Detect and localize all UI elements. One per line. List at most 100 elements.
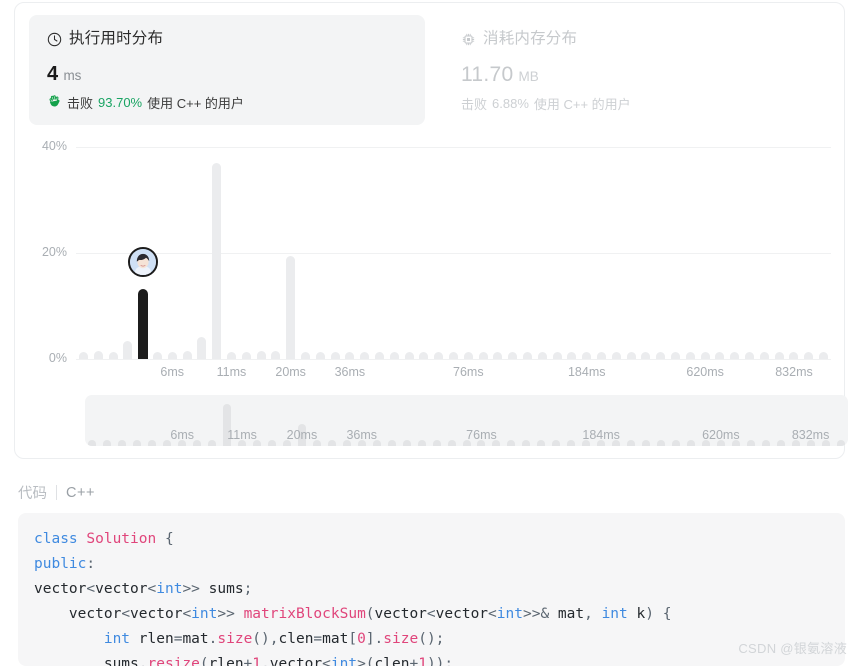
memory-beat-row: 击败 6.88% 使用 C++ 的用户 [461,94,815,113]
user-avatar-marker[interactable] [127,247,158,278]
histogram-bar[interactable] [582,352,592,359]
code-section-header: 代码 C++ [18,482,95,503]
x-axis-tick-label: 620ms [686,365,724,379]
minimap-bar [387,440,396,446]
histogram-bar[interactable] [745,352,755,359]
y-axis-tick-label: 20% [41,245,67,259]
histogram-bar[interactable] [360,352,370,359]
minimap-tick-label: 76ms [466,428,497,442]
memory-beat-percent: 6.88% [492,96,529,111]
chart-x-axis: 6ms 11ms 20ms 36ms 76ms 184ms 620ms 832ms [76,365,831,383]
histogram-bar[interactable] [508,352,518,359]
minimap-bar [836,440,845,446]
memory-beat-suffix: 使用 C++ 的用户 [533,97,631,112]
histogram-bar[interactable] [774,352,784,359]
code-content: class Solution { public: vector<vector<i… [34,531,672,666]
histogram-bar[interactable] [78,352,88,359]
histogram-bar[interactable] [93,350,103,359]
runtime-distribution-card[interactable]: 执行用时分布 4 ms 击败 93.70% 使用 C++ 的用户 [29,15,425,125]
code-block[interactable]: class Solution { public: vector<vector<i… [18,513,845,666]
histogram-bar[interactable] [759,352,769,359]
histogram-bar[interactable] [286,255,296,359]
minimap-tick-label: 184ms [582,428,620,442]
histogram-bar[interactable] [493,352,503,359]
histogram-bar[interactable] [700,352,710,359]
histogram-bar[interactable] [108,352,118,359]
runtime-card-title: 执行用时分布 [69,30,164,47]
memory-distribution-card[interactable]: 消耗内存分布 11.70 MB 击败 6.88% 使用 C++ 的用户 [443,15,833,125]
histogram-bar[interactable] [656,352,666,359]
histogram-bar[interactable] [241,352,251,359]
y-axis-tick-label: 0% [48,351,67,365]
histogram-bar[interactable] [552,352,562,359]
minimap-bar [118,440,127,446]
histogram-bar[interactable] [685,352,695,359]
minimap-bar [627,440,636,446]
runtime-value: 4 [47,63,59,85]
histogram-bar[interactable] [167,351,177,359]
histogram-bar[interactable] [478,352,488,359]
histogram-bar[interactable] [197,336,207,359]
histogram-bar[interactable] [152,352,162,359]
histogram-bar-selected[interactable] [138,289,149,359]
minimap-bar [552,440,561,446]
histogram-bar[interactable] [641,352,651,359]
histogram-bar[interactable] [226,352,236,359]
runtime-beat-prefix: 击败 [67,96,94,111]
histogram-bar[interactable] [819,352,829,359]
histogram-bar[interactable] [463,352,473,359]
histogram-bar[interactable] [523,352,533,359]
histogram-bar[interactable] [730,352,740,359]
histogram-bar[interactable] [789,352,799,359]
histogram-bar[interactable] [330,352,340,359]
memory-unit: MB [518,69,539,84]
histogram-bar[interactable] [597,352,607,359]
runtime-beat-percent: 93.70% [98,95,143,110]
chip-icon [461,32,476,47]
histogram-bar[interactable] [671,352,681,359]
runtime-value-row: 4 ms [47,63,407,86]
chart-plot-area[interactable] [76,147,831,359]
histogram-bar[interactable] [567,352,577,359]
histogram-bar[interactable] [389,352,399,359]
histogram-bar[interactable] [123,340,133,359]
histogram-bar[interactable] [611,352,621,359]
x-axis-tick-label: 184ms [567,365,606,379]
histogram-bar[interactable] [182,350,192,359]
histogram-bar[interactable] [212,162,222,359]
histogram-bar[interactable] [374,352,384,359]
memory-card-header: 消耗内存分布 [461,29,815,49]
stats-card: 执行用时分布 4 ms 击败 93.70% 使用 C++ 的用户 消耗内存分布 … [14,2,848,459]
clock-icon [47,32,62,47]
histogram-bar[interactable] [449,352,458,359]
histogram-bar[interactable] [300,352,310,359]
divider [56,485,57,500]
minimap-bar [103,440,112,446]
minimap-bar [402,440,411,446]
runtime-histogram: 0% 20% 40% 6ms 11ms 20ms 36ms 76ms 184ms 620ms 83… [15,131,846,387]
minimap-bar [417,440,426,446]
x-axis-tick-label: 36ms [334,365,366,379]
minimap-bar [133,440,142,446]
histogram-bar[interactable] [537,352,547,359]
minimap-bar [268,440,276,446]
histogram-bar[interactable] [626,352,636,359]
histogram-bar[interactable] [271,350,281,359]
histogram-bar[interactable] [404,352,414,359]
minimap-bar [193,440,202,446]
chart-range-minimap[interactable]: 6ms 11ms 20ms 36ms 76ms 184ms 620ms 832ms [85,395,848,446]
runtime-unit: ms [63,68,82,83]
histogram-bar[interactable] [434,352,444,359]
histogram-bar[interactable] [419,352,429,359]
histogram-bar[interactable] [315,352,325,359]
histogram-bar[interactable] [804,352,814,359]
minimap-bar [447,440,456,446]
y-axis-tick-label: 40% [41,139,67,153]
histogram-bar[interactable] [256,351,266,359]
minimap-tick-label: 620ms [702,428,740,442]
histogram-bar[interactable] [345,352,355,359]
histogram-bar[interactable] [715,352,725,359]
x-axis-tick-label: 76ms [453,365,484,379]
runtime-beat-row: 击败 93.70% 使用 C++ 的用户 [47,93,407,112]
x-axis-tick-label: 11ms [216,365,247,379]
